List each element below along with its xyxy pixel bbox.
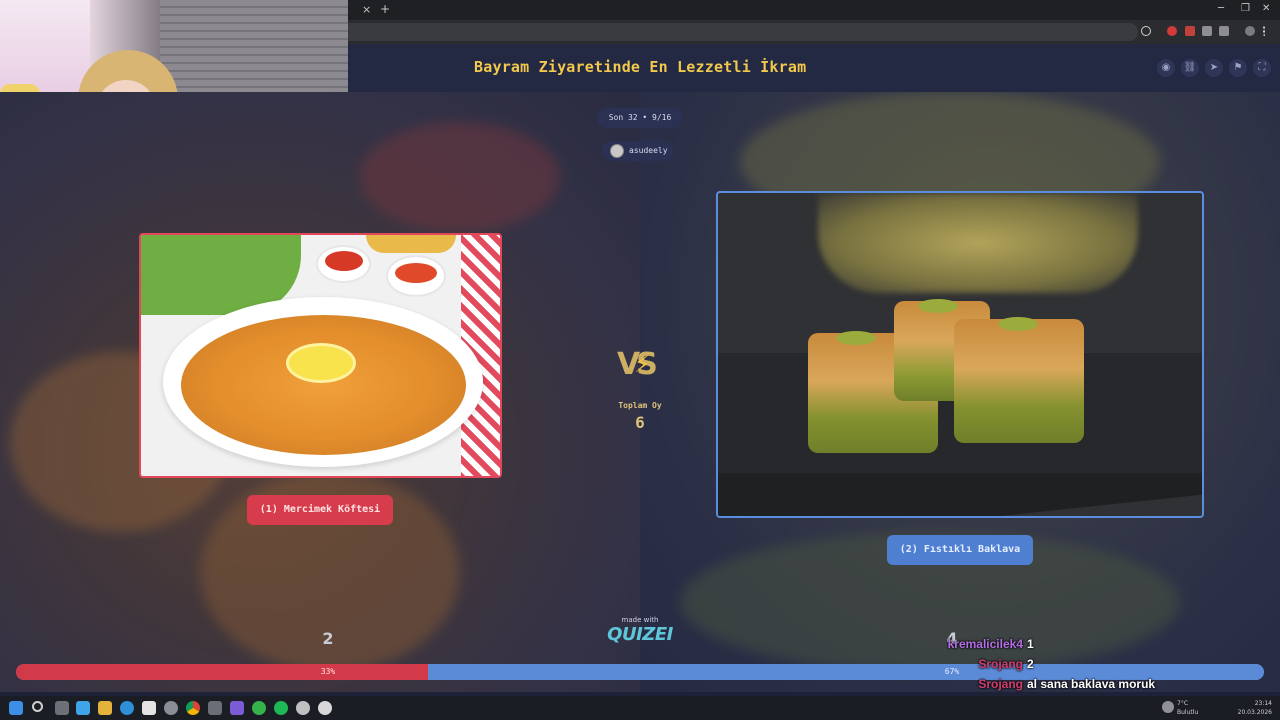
settings-gear-icon[interactable]	[164, 701, 178, 715]
left-choice-image[interactable]	[139, 233, 502, 478]
right-choice-image[interactable]	[716, 191, 1204, 518]
page-title: Bayram Ziyaretinde En Lezzetli İkram	[474, 58, 807, 76]
total-votes-value: 6	[635, 413, 645, 432]
chat-username: Srojang	[978, 677, 1023, 691]
lightning-bolt-icon: ⚡	[634, 350, 651, 378]
file-explorer-icon[interactable]	[98, 701, 112, 715]
left-vote-count: 2	[322, 629, 334, 648]
clock-time[interactable]: 23:14	[1240, 700, 1272, 707]
minimize-icon[interactable]: ─	[1218, 3, 1224, 14]
start-menu-icon[interactable]	[9, 701, 23, 715]
brand-logo[interactable]: QUIZEI	[606, 624, 674, 645]
widgets-icon[interactable]	[76, 701, 90, 715]
link-icon[interactable]: ⛓	[1181, 59, 1199, 77]
chat-message: kremalicilek4 1	[930, 637, 1260, 657]
chat-message: Srojang al sana baklava moruk	[930, 677, 1260, 697]
made-with-label: made with	[621, 616, 659, 624]
close-window-icon[interactable]: ✕	[1262, 3, 1270, 14]
round-badge: Son 32 • 9/16	[597, 108, 683, 128]
tab-close-icon[interactable]: ×	[362, 3, 371, 16]
app-icon[interactable]	[318, 701, 332, 715]
new-tab-icon[interactable]: +	[380, 2, 390, 16]
total-votes-label: Toplam Oy	[618, 401, 662, 410]
browser-menu-icon[interactable]	[1263, 26, 1267, 36]
left-choice-button[interactable]: (1) Mercimek Köftesi	[247, 495, 393, 525]
chrome-icon[interactable]	[186, 701, 200, 715]
search-icon[interactable]	[32, 701, 43, 712]
send-icon[interactable]: ➤	[1205, 59, 1223, 77]
profile-avatar-icon[interactable]	[1245, 26, 1255, 36]
store-icon[interactable]	[142, 701, 156, 715]
task-view-icon[interactable]	[55, 701, 69, 715]
maximize-icon[interactable]: ❐	[1241, 3, 1250, 14]
chat-text: 2	[1027, 657, 1034, 671]
discord-icon[interactable]	[230, 701, 244, 715]
clock-date[interactable]: 20.03.2026	[1232, 709, 1272, 716]
camera-icon[interactable]	[208, 701, 222, 715]
xbox-icon[interactable]	[252, 701, 266, 715]
bookmark-star-icon[interactable]	[1141, 26, 1151, 36]
extension-record-icon[interactable]	[1167, 26, 1177, 36]
flag-icon[interactable]: ⚑	[1229, 59, 1247, 77]
extension-icon[interactable]	[1202, 26, 1212, 36]
chat-message: Srojang 2	[930, 657, 1260, 677]
chat-text: 1	[1027, 637, 1034, 651]
eye-icon[interactable]: ◉	[1157, 59, 1175, 77]
left-vote-percent: 33%	[320, 667, 336, 676]
right-choice-button[interactable]: (2) Fıstıklı Baklava	[887, 535, 1033, 565]
screen: { "app": { "title": "Bayram Ziyaretinde …	[0, 0, 1280, 720]
spotify-icon[interactable]	[274, 701, 288, 715]
chat-username: Srojang	[978, 657, 1023, 671]
extensions-puzzle-icon[interactable]	[1219, 26, 1229, 36]
weather-icon[interactable]	[1162, 701, 1174, 713]
extension-icon[interactable]	[1185, 26, 1195, 36]
chat-username: kremalicilek4	[947, 637, 1023, 651]
left-vote-bar	[16, 664, 428, 680]
edge-icon[interactable]	[120, 701, 134, 715]
fullscreen-icon[interactable]: ⛶	[1253, 59, 1271, 77]
avatar	[610, 144, 624, 158]
weather-description: Bulutlu	[1177, 709, 1199, 716]
chat-text: al sana baklava moruk	[1027, 677, 1156, 691]
obs-icon[interactable]	[296, 701, 310, 715]
creator-name: asudeely	[629, 146, 668, 155]
weather-temp: 7°C	[1177, 700, 1189, 707]
url-field[interactable]	[348, 23, 1138, 41]
browser-tab-bar: × + ─ ❐ ✕	[348, 0, 1280, 20]
